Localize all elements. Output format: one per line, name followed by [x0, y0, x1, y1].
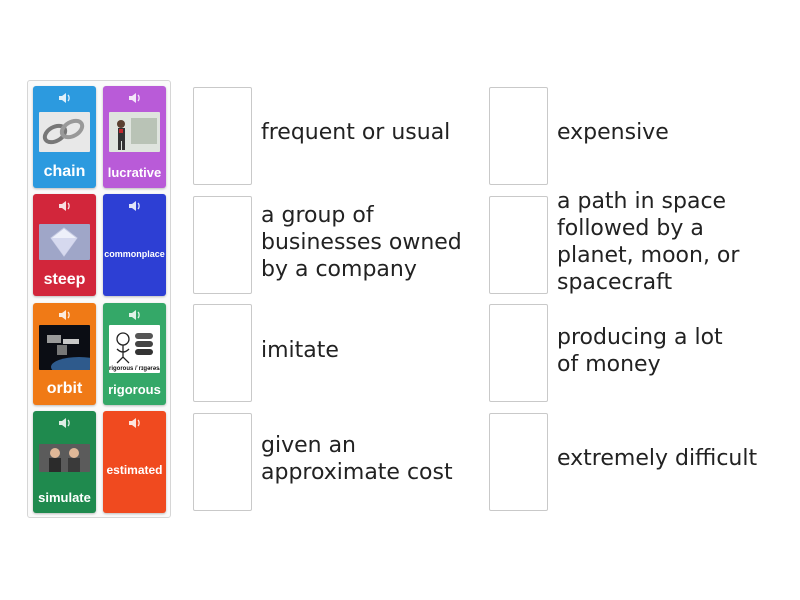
card-label: orbit [46, 380, 83, 397]
rigorous-image: rigorous /ˈrɪɡərəs/ [109, 325, 160, 373]
card-label: steep [43, 271, 86, 288]
space-station-image [39, 325, 90, 370]
speaker-icon[interactable] [128, 92, 142, 104]
speaker-icon[interactable] [58, 200, 72, 212]
chain-image [39, 112, 90, 152]
card-label: lucrative [107, 165, 162, 180]
drop-slot[interactable] [193, 87, 252, 185]
drop-slot[interactable] [489, 304, 548, 402]
rigorous-caption: rigorous /ˈrɪɡərəs/ [109, 366, 160, 372]
drop-slot[interactable] [489, 196, 548, 294]
drop-slot[interactable] [193, 413, 252, 511]
word-card-steep[interactable]: steep [33, 194, 96, 296]
word-card-tray: chain lucrative steep commonplace orbit … [27, 80, 171, 518]
speaker-icon[interactable] [128, 417, 142, 429]
definition-text: a group of businesses owned by a company [261, 203, 462, 282]
drop-slot[interactable] [193, 304, 252, 402]
drop-slot[interactable] [489, 87, 548, 185]
definition-text: frequent or usual [261, 120, 451, 145]
word-card-commonplace[interactable]: commonplace [103, 194, 166, 296]
speaker-icon[interactable] [58, 417, 72, 429]
card-label: simulate [38, 490, 91, 505]
speaker-icon[interactable] [128, 200, 142, 212]
word-card-chain[interactable]: chain [33, 86, 96, 188]
definition-text: imitate [261, 338, 339, 363]
word-card-estimated[interactable]: estimated [103, 411, 166, 513]
money-image [109, 112, 160, 152]
card-label: commonplace [104, 249, 165, 259]
definition-text: producing a lot of money [557, 325, 723, 377]
word-card-lucrative[interactable]: lucrative [103, 86, 166, 188]
card-label: estimated [106, 463, 163, 477]
word-card-orbit[interactable]: orbit [33, 303, 96, 405]
people-image [39, 444, 90, 472]
speaker-icon[interactable] [128, 309, 142, 321]
definition-text: given an approximate cost [261, 433, 453, 485]
drop-slot[interactable] [489, 413, 548, 511]
speaker-icon[interactable] [58, 309, 72, 321]
card-label: chain [43, 163, 86, 180]
word-card-simulate[interactable]: simulate [33, 411, 96, 513]
card-label: rigorous [108, 382, 161, 397]
word-card-rigorous[interactable]: rigorous /ˈrɪɡərəs/ rigorous [103, 303, 166, 405]
diamond-image [39, 224, 90, 260]
drop-slot[interactable] [193, 196, 252, 294]
definition-text: extremely difficult [557, 446, 758, 471]
definition-text: a path in space followed by a planet, mo… [557, 189, 740, 295]
speaker-icon[interactable] [58, 92, 72, 104]
definition-text: expensive [557, 120, 669, 145]
